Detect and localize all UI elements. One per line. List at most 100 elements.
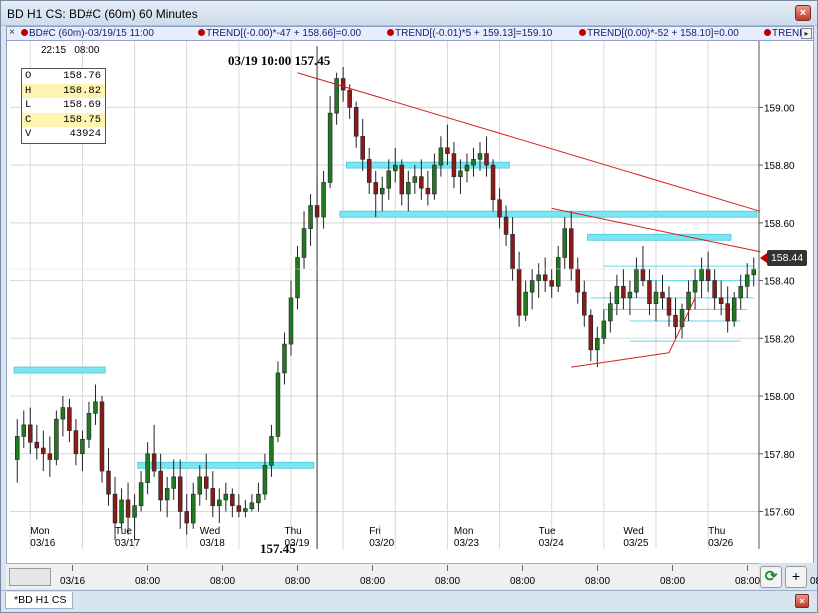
- day-label: Wed: [200, 526, 220, 537]
- candle-body: [419, 176, 424, 189]
- date-label: 03/17: [115, 538, 140, 549]
- data-window-time-value: 22:15: [41, 45, 67, 56]
- day-label: Mon: [30, 526, 49, 537]
- candle-body: [223, 493, 229, 501]
- candle-body: [471, 159, 476, 166]
- candle-body: [477, 153, 483, 160]
- time-axis-label: 03/16: [60, 576, 86, 587]
- study-trend-label: TREND[(0.00)*-52 + 158.10]=0.00: [587, 28, 739, 39]
- title-bar: BD H1 CS: BD#C (60m) 60 Minutes ×: [1, 1, 817, 26]
- price-chart[interactable]: 159.00 158.80 158.60 158.40 158.20 158.00 157.…: [7, 41, 813, 563]
- candle-body: [164, 488, 170, 501]
- study-trend-item[interactable]: TREND[(0.00)*-52 + 158.10]=0.00: [579, 28, 739, 39]
- candle-body: [256, 493, 261, 504]
- candle-body: [393, 164, 398, 172]
- time-axis-label: 08:00: [810, 576, 818, 587]
- trend-line: [571, 352, 670, 368]
- tab-label: *BD H1 CS: [14, 594, 67, 606]
- day-label: Thu: [708, 526, 725, 537]
- time-axis-label: 08:00: [135, 576, 161, 587]
- add-button[interactable]: +: [785, 566, 807, 588]
- day-label: Tue: [115, 526, 132, 537]
- time-axis-tick: [297, 565, 298, 571]
- time-axis-tick: [447, 565, 448, 571]
- candle-body: [373, 182, 378, 195]
- candle-body: [93, 401, 98, 414]
- candle-body: [86, 413, 92, 440]
- candle-body: [523, 291, 528, 316]
- refresh-button[interactable]: ⟳: [760, 566, 782, 588]
- candle-body: [41, 447, 46, 455]
- candle-body: [132, 505, 137, 518]
- candle-body: [536, 274, 541, 281]
- candle-body: [555, 257, 561, 287]
- candle-body: [666, 297, 672, 316]
- candle-body: [640, 268, 646, 281]
- study-bar-scroll-button[interactable]: ▸: [801, 28, 812, 39]
- time-axis-label: 08:00: [510, 576, 536, 587]
- tab-close-icon[interactable]: ×: [795, 594, 809, 608]
- level-band: [137, 461, 315, 469]
- candle-body: [484, 153, 489, 166]
- ohlc-value: 158.75: [63, 113, 101, 126]
- candle-body: [575, 268, 581, 293]
- study-trend-label: TREND[(-0.00)*-47 + 158.66]=0.00: [206, 28, 362, 39]
- chart-area[interactable]: 159.00 158.80 158.60 158.40 158.20 158.00 157.…: [6, 41, 814, 563]
- ohlc-value: 158.69: [63, 99, 101, 112]
- ohlc-row-volume: V 43924: [22, 127, 105, 142]
- candle-body: [562, 228, 567, 258]
- study-trend-label: TREND[(-0.01)*5 + 159.13]=159.10: [395, 28, 553, 39]
- candle-body: [529, 280, 535, 293]
- candle-body: [614, 286, 620, 304]
- candle-body: [236, 505, 242, 512]
- date-label: 03/18: [200, 538, 225, 549]
- candle-body: [54, 418, 59, 460]
- candle-body: [568, 228, 574, 270]
- candle-body: [542, 274, 548, 281]
- candle-body: [725, 303, 730, 322]
- candle-body: [406, 182, 411, 195]
- study-symbol-item[interactable]: BD#C (60m)-03/19/15 11:00: [21, 28, 154, 39]
- date-label: 03/20: [369, 538, 394, 549]
- last-price-tag: 158.44: [767, 250, 807, 266]
- candle-body: [230, 493, 235, 507]
- ohlc-key: H: [25, 84, 32, 97]
- time-axis-tick: [747, 565, 748, 571]
- time-scrollbar[interactable]: 03/16 08:00 08:00 08:00 08:00 08:00 08:00 08:00…: [6, 563, 818, 589]
- cursor-bottom-label: 157.45: [260, 541, 296, 556]
- candle-body: [249, 502, 255, 509]
- time-scrollbar-thumb[interactable]: [9, 568, 51, 586]
- candle-body: [510, 234, 515, 270]
- time-axis-tick: [597, 565, 598, 571]
- time-axis-label: 08:00: [585, 576, 611, 587]
- candle-body: [158, 470, 163, 501]
- candle-body: [634, 268, 639, 293]
- price-axis-label: 158.00: [764, 392, 795, 403]
- candle-body: [582, 291, 587, 316]
- candle-body: [744, 274, 750, 287]
- last-price-marker-icon: [760, 253, 767, 263]
- study-bar-close-icon[interactable]: ×: [9, 27, 15, 38]
- candle-body: [308, 205, 313, 229]
- window-close-button[interactable]: ×: [795, 5, 811, 21]
- candle-body: [34, 441, 40, 449]
- date-label: 03/26: [708, 538, 733, 549]
- cursor-price-label: 03/19 10:00 157.45: [228, 53, 331, 68]
- study-trend-item[interactable]: TREND[(-0.01)*5 + 159.13]=159.10: [387, 28, 552, 39]
- candle-body: [151, 453, 157, 472]
- study-dot-icon: [387, 29, 394, 36]
- candle-body: [217, 499, 222, 507]
- candle-body: [425, 187, 431, 195]
- price-axis-label: 158.80: [764, 161, 795, 172]
- candle-body: [699, 268, 704, 281]
- candle-body: [660, 291, 665, 299]
- ohlc-row-low: L 158.69: [22, 98, 105, 113]
- ohlc-value: 43924: [69, 128, 101, 141]
- candle-body: [347, 89, 352, 108]
- candle-body: [379, 187, 385, 195]
- candle-body: [204, 476, 209, 489]
- study-trend-item[interactable]: TREND[(-0.00)*-47 + 158.66]=0.00: [198, 28, 361, 39]
- candle-body: [125, 499, 131, 518]
- time-axis-label: 08:00: [435, 576, 461, 587]
- tab-bd-h1-cs[interactable]: *BD H1 CS: [5, 592, 73, 609]
